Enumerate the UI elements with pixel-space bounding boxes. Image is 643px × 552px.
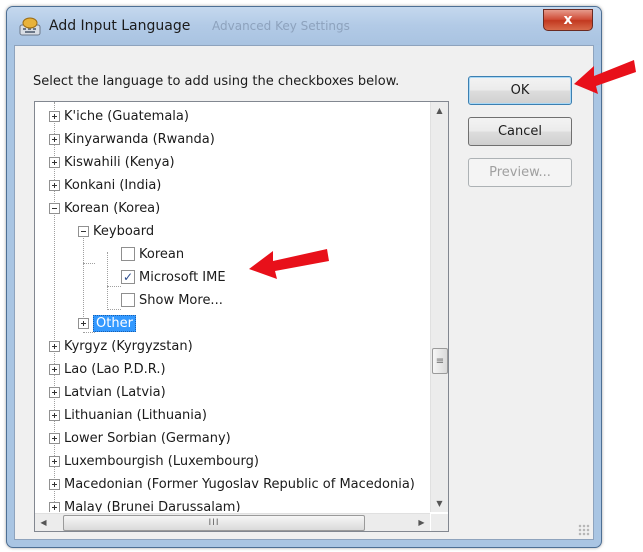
tree-item-label: Kinyarwanda (Rwanda) [64,131,215,147]
tree-item-korean[interactable]: Korean (Korea) [49,197,160,219]
preview-button-label: Preview... [489,165,551,180]
tree-item-keyboard[interactable]: Keyboard [78,220,154,242]
tree-item[interactable]: Lao (Lao P.D.R.) [49,358,166,380]
collapse-icon[interactable] [49,202,60,214]
tree-item[interactable]: Luxembourgish (Luxembourg) [49,450,259,472]
scroll-right-button[interactable]: ▶ [413,514,430,531]
keyboard-option-label: Show More... [139,292,223,308]
expand-icon[interactable] [49,409,60,421]
preview-button[interactable]: Preview... [468,158,572,187]
tree-item-other[interactable]: Other [78,312,136,334]
tree-item-label: Keyboard [93,223,155,239]
expand-icon[interactable] [49,501,60,512]
tree-item-label: Lower Sorbian (Germany) [64,430,231,446]
cancel-button-label: Cancel [497,124,543,139]
grip-icon: ≡ [435,355,445,367]
dialog-title: Add Input Language [49,18,191,34]
expand-icon[interactable] [49,478,60,490]
tree-item-label: Latvian (Latvia) [64,384,166,400]
expand-icon[interactable] [49,363,60,375]
tree-item-label: Malay (Brunei Darussalam) [64,499,241,513]
tree-connector [107,309,121,310]
checkbox-unchecked[interactable] [121,247,135,261]
collapse-icon[interactable] [78,225,89,237]
scroll-up-button[interactable]: ▲ [431,102,448,119]
checkbox-checked[interactable]: ✓ [121,270,135,284]
keyboard-option[interactable]: Korean [121,243,184,265]
tree-item-label: Korean (Korea) [64,200,161,216]
expand-icon[interactable] [78,317,89,329]
scroll-left-button[interactable]: ◀ [35,514,52,531]
tree-item-label: K'iche (Guatemala) [64,108,189,124]
ok-button[interactable]: OK [468,76,572,105]
arrow-left-icon: ◀ [40,518,47,527]
tree-connector [83,263,95,264]
tree-item-label: Kiswahili (Kenya) [64,154,175,170]
tree-item-label: Lithuanian (Lithuania) [64,407,207,423]
expand-icon[interactable] [49,386,60,398]
arrow-up-icon: ▲ [436,106,443,115]
tree-item-label: Kyrgyz (Kyrgyzstan) [64,338,193,354]
arrow-right-icon: ▶ [418,518,425,527]
tree-keyboard-line [107,252,108,308]
expand-icon[interactable] [49,432,60,444]
tree-item[interactable]: Lower Sorbian (Germany) [49,427,231,449]
title-bar[interactable]: Advanced Key Settings Add Input Language… [7,7,601,45]
checkbox-unchecked[interactable] [121,293,135,307]
tree-item[interactable]: Konkani (India) [49,174,161,196]
tree-content: K'iche (Guatemala) Kinyarwanda (Rwanda) … [35,102,430,512]
grip-icon: III [208,518,220,528]
scroll-down-button[interactable]: ▼ [431,495,448,512]
expand-icon[interactable] [49,133,60,145]
ok-button-label: OK [510,83,530,98]
annotation-arrow-microsoft-ime [249,249,329,279]
scrollbar-corner [431,514,448,531]
tree-item[interactable]: Kinyarwanda (Rwanda) [49,128,215,150]
horizontal-scrollbar[interactable]: ◀ III ▶ [35,513,430,531]
tree-item-label-selected: Other [93,314,136,332]
close-button[interactable]: x [543,9,593,31]
expand-icon[interactable] [49,455,60,467]
close-icon: x [563,12,573,28]
tree-item[interactable]: Latvian (Latvia) [49,381,166,403]
tree-item[interactable]: K'iche (Guatemala) [49,105,189,127]
vertical-scroll-thumb[interactable]: ≡ [432,348,448,374]
background-window-title: Advanced Key Settings [212,19,350,33]
keyboard-option[interactable]: Show More... [121,289,223,311]
tree-item[interactable]: Kyrgyz (Kyrgyzstan) [49,335,193,357]
cancel-button[interactable]: Cancel [468,117,572,146]
annotation-arrow-ok [574,60,636,94]
tree-connector [107,286,121,287]
keyboard-option[interactable]: ✓ Microsoft IME [121,266,226,288]
tree-item-label: Luxembourgish (Luxembourg) [64,453,259,469]
instruction-text: Select the language to add using the che… [33,74,400,89]
tree-item[interactable]: Macedonian (Former Yugoslav Republic of … [49,473,415,495]
keyboard-app-icon [19,17,41,36]
tree-item[interactable]: Lithuanian (Lithuania) [49,404,207,426]
expand-icon[interactable] [49,110,60,122]
resize-grip-icon[interactable] [578,524,590,536]
arrow-down-icon: ▼ [436,499,443,508]
keyboard-option-label: Microsoft IME [139,269,226,285]
vertical-scrollbar[interactable]: ▲ ≡ ▼ [430,102,448,512]
expand-icon[interactable] [49,340,60,352]
tree-item[interactable]: Malay (Brunei Darussalam) [49,496,241,512]
language-tree-view[interactable]: K'iche (Guatemala) Kinyarwanda (Rwanda) … [34,101,449,532]
tree-item-label: Lao (Lao P.D.R.) [64,361,166,377]
dialog-client-area: Select the language to add using the che… [14,45,594,540]
tree-item[interactable]: Kiswahili (Kenya) [49,151,175,173]
expand-icon[interactable] [49,179,60,191]
tree-item-label: Macedonian (Former Yugoslav Republic of … [64,476,415,492]
horizontal-scroll-thumb[interactable]: III [63,515,365,531]
expand-icon[interactable] [49,156,60,168]
tree-item-label: Konkani (India) [64,177,162,193]
keyboard-option-label: Korean [139,246,185,262]
